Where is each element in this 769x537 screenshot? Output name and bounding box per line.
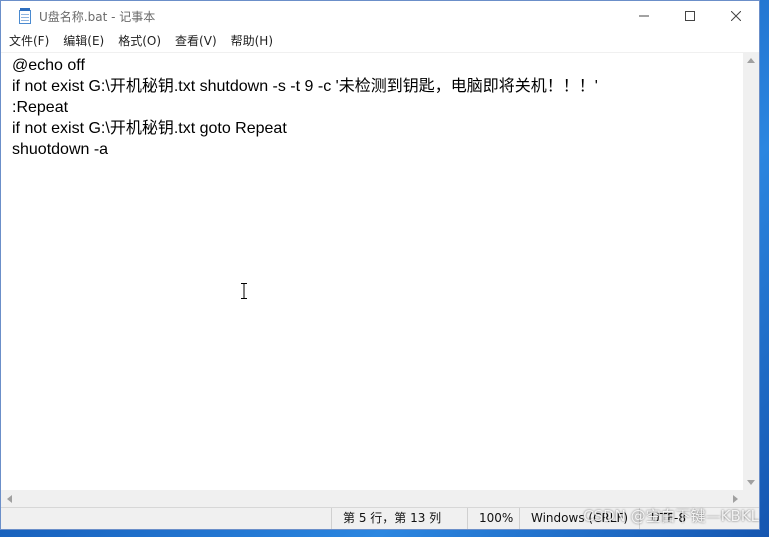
scroll-left-button[interactable] bbox=[1, 490, 17, 507]
editor-line-2: if not exist G:\开机秘钥.txt shutdown -s -t … bbox=[12, 78, 598, 95]
window-controls bbox=[621, 1, 759, 31]
text-editor-area[interactable]: @echo off if not exist G:\开机秘钥.txt shutd… bbox=[1, 52, 743, 490]
close-button[interactable] bbox=[713, 1, 759, 31]
status-zoom: 100% bbox=[467, 508, 519, 529]
menu-bar: 文件(F) 编辑(E) 格式(O) 查看(V) 帮助(H) bbox=[1, 31, 759, 52]
scroll-down-button[interactable] bbox=[743, 474, 759, 490]
menu-view[interactable]: 查看(V) bbox=[168, 31, 224, 52]
scroll-down-icon bbox=[747, 479, 755, 485]
minimize-button[interactable] bbox=[621, 1, 667, 31]
window-title: U盘名称.bat - 记事本 bbox=[39, 9, 156, 24]
csdn-watermark: CSDN @空白下键—KBKL bbox=[583, 507, 759, 525]
editor-content[interactable]: @echo off if not exist G:\开机秘钥.txt shutd… bbox=[12, 55, 598, 160]
editor-line-5: shuotdown -a bbox=[12, 141, 109, 158]
minimize-icon bbox=[639, 15, 649, 17]
status-cursor-position: 第 5 行，第 13 列 bbox=[331, 508, 467, 529]
notepad-icon bbox=[18, 8, 32, 24]
menu-format[interactable]: 格式(O) bbox=[111, 31, 168, 52]
scroll-left-icon bbox=[6, 494, 12, 503]
scroll-up-icon bbox=[747, 57, 755, 63]
maximize-icon bbox=[685, 11, 695, 21]
menu-edit[interactable]: 编辑(E) bbox=[56, 31, 111, 52]
menu-file[interactable]: 文件(F) bbox=[1, 31, 56, 52]
close-icon bbox=[731, 11, 741, 21]
editor-line-4: if not exist G:\开机秘钥.txt goto Repeat bbox=[12, 120, 287, 137]
text-cursor-icon bbox=[241, 283, 247, 299]
menu-help[interactable]: 帮助(H) bbox=[224, 31, 280, 52]
scroll-right-icon bbox=[732, 494, 738, 503]
title-bar[interactable]: U盘名称.bat - 记事本 bbox=[1, 1, 759, 31]
maximize-button[interactable] bbox=[667, 1, 713, 31]
vertical-scrollbar[interactable] bbox=[743, 52, 759, 490]
editor-line-1: @echo off bbox=[12, 57, 85, 74]
notepad-window: U盘名称.bat - 记事本 文件(F) 编辑(E) 格式(O) 查看(V) 帮… bbox=[0, 0, 760, 530]
scroll-up-button[interactable] bbox=[743, 52, 759, 68]
editor-line-3: :Repeat bbox=[12, 99, 69, 116]
